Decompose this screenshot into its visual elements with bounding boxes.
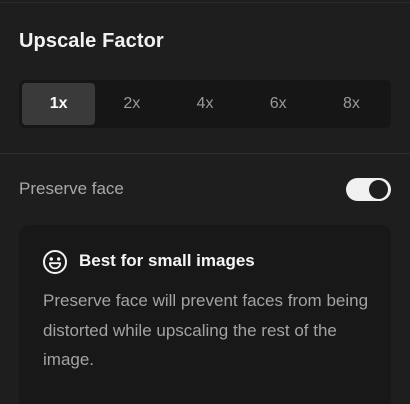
smile-icon xyxy=(43,250,67,274)
upscale-option-8x[interactable]: 8x xyxy=(315,83,388,125)
upscale-factor-selector: 1x 2x 4x 6x 8x xyxy=(19,80,391,128)
upscale-option-1x[interactable]: 1x xyxy=(22,83,96,125)
info-card-body: Preserve face will prevent faces from be… xyxy=(43,291,369,369)
info-card: Best for small images Preserve face will… xyxy=(19,225,391,404)
top-divider xyxy=(0,2,410,3)
section-divider xyxy=(0,153,410,154)
info-card-title: Best for small images xyxy=(79,251,255,270)
upscale-option-4x[interactable]: 4x xyxy=(168,83,241,125)
preserve-face-toggle[interactable] xyxy=(346,178,391,201)
upscale-settings-panel: Upscale Factor 1x 2x 4x 6x 8x Preserve f… xyxy=(0,0,410,404)
preserve-face-label: Preserve face xyxy=(19,179,124,198)
toggle-knob xyxy=(369,180,388,199)
upscale-option-2x[interactable]: 2x xyxy=(95,83,168,125)
upscale-option-6x[interactable]: 6x xyxy=(242,83,315,125)
upscale-factor-title: Upscale Factor xyxy=(19,30,164,52)
